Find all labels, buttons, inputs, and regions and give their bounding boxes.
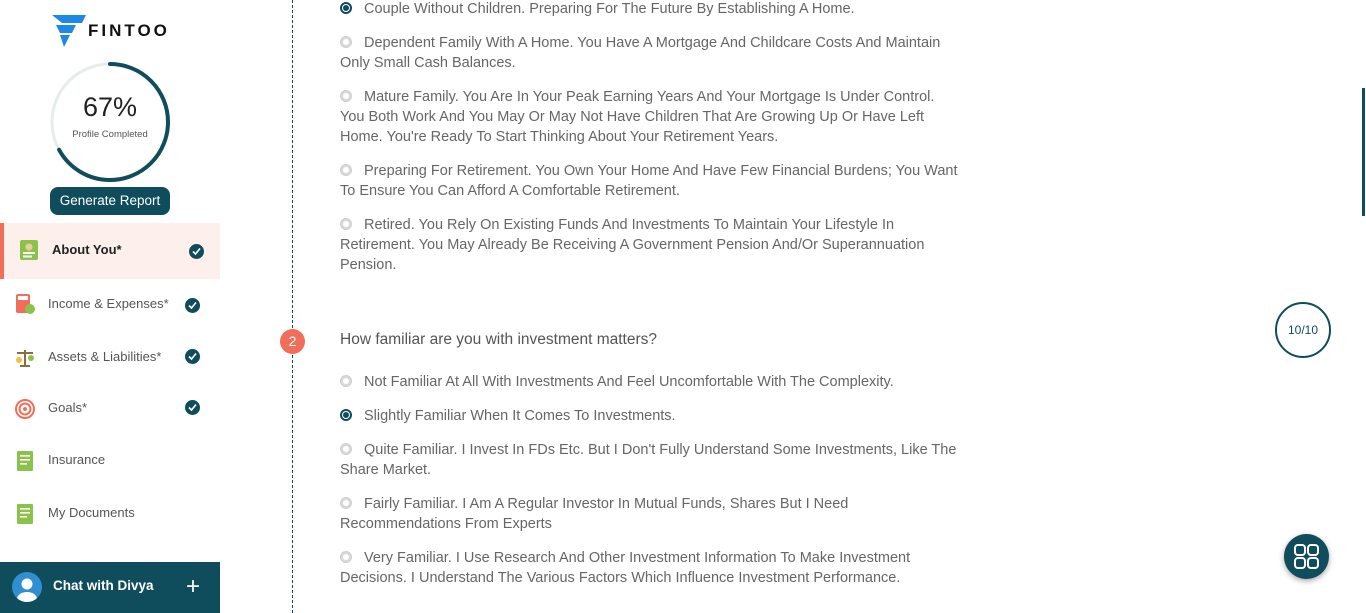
sidebar-item-income-expenses[interactable]: Income & Expenses* — [0, 279, 220, 331]
chat-with-divya-button[interactable]: Chat with Divya + — [0, 562, 220, 613]
sidebar-item-label: Income & Expenses* — [48, 296, 169, 311]
fintoo-logo-icon — [52, 15, 86, 47]
generate-report-button[interactable]: Generate Report — [50, 187, 170, 215]
question1-option[interactable]: Dependent Family With A Home. You Have A… — [340, 33, 960, 73]
sidebar-item-about-you[interactable]: About You* — [0, 223, 220, 279]
radio[interactable] — [340, 443, 352, 455]
radio-selected[interactable] — [340, 2, 352, 14]
calculator-icon — [16, 294, 35, 314]
scale-icon — [16, 350, 34, 367]
sidebar-item-my-documents[interactable]: My Documents — [0, 487, 220, 539]
sidebar-item-assets-liabilities[interactable]: Assets & Liabilities* — [0, 331, 220, 383]
fintoo-logo[interactable]: FINTOO — [52, 15, 182, 49]
question1-option[interactable]: Preparing For Retirement. You Own Your H… — [340, 161, 960, 201]
profile-completed-label: Profile Completed — [72, 129, 148, 140]
radio[interactable] — [340, 375, 352, 387]
question-title: How familiar are you with investment mat… — [340, 331, 658, 348]
radio[interactable] — [340, 36, 352, 48]
radio[interactable] — [340, 164, 352, 176]
question-number-badge: 2 — [280, 329, 305, 354]
radio-selected[interactable] — [340, 409, 352, 421]
question1-option[interactable]: Mature Family. You Are In Your Peak Earn… — [340, 87, 960, 147]
user-icon — [17, 578, 37, 602]
sidebar-item-label: My Documents — [48, 505, 135, 520]
scrollbar[interactable] — [1362, 88, 1365, 216]
check-icon — [185, 400, 200, 415]
sidebar-item-label: Goals* — [48, 400, 88, 415]
grid-icon — [1294, 544, 1319, 569]
target-icon — [15, 399, 35, 419]
question2-option[interactable]: Fairly Familiar. I Am A Regular Investor… — [340, 494, 960, 534]
sidebar-item-label: Assets & Liabilities* — [48, 349, 162, 364]
sidebar: FINTOO 67% Profile Completed Generate Re… — [0, 0, 220, 613]
question2-option[interactable]: Not Familiar At All With Investments And… — [340, 372, 960, 392]
question2-option[interactable]: Quite Familiar. I Invest In FDs Etc. But… — [340, 440, 960, 480]
radio[interactable] — [340, 90, 352, 102]
document-icon — [17, 504, 33, 524]
question2-option[interactable]: Very Familiar. I Use Research And Other … — [340, 548, 960, 588]
chat-label: Chat with Divya — [53, 578, 154, 593]
profile-card-icon — [20, 240, 38, 260]
profile-percent: 67% — [82, 92, 138, 122]
sidebar-item-label: About You* — [52, 242, 122, 257]
menu-grid-button[interactable] — [1284, 534, 1329, 579]
radio[interactable] — [340, 551, 352, 563]
question-timeline — [292, 0, 293, 613]
sidebar-item-label: Insurance — [48, 452, 106, 467]
question-progress-indicator: 10/10 — [1275, 302, 1331, 358]
plus-icon[interactable]: + — [186, 573, 200, 601]
sidebar-item-insurance[interactable]: Insurance — [0, 434, 220, 486]
question1-option[interactable]: Retired. You Rely On Existing Funds And … — [340, 215, 960, 275]
sidebar-item-goals[interactable]: Goals* — [0, 382, 220, 434]
question1-option[interactable]: Couple Without Children. Preparing For T… — [340, 0, 960, 19]
question2-option[interactable]: Slightly Familiar When It Comes To Inves… — [340, 406, 960, 426]
avatar — [12, 572, 42, 602]
check-icon — [185, 298, 200, 313]
radio[interactable] — [340, 218, 352, 230]
check-icon — [185, 349, 200, 364]
radio[interactable] — [340, 497, 352, 509]
document-icon — [17, 451, 33, 471]
brand-name: FINTOO — [88, 21, 170, 40]
check-icon — [189, 244, 204, 259]
